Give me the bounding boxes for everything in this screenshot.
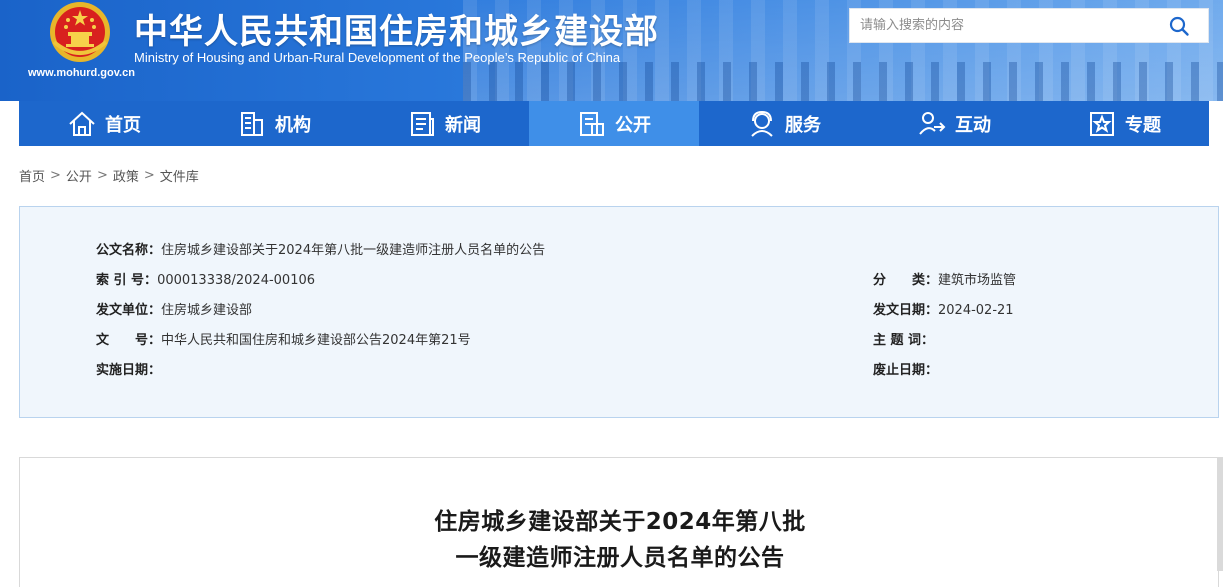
breadcrumb-separator: > xyxy=(96,168,108,183)
ministry-title-en: Ministry of Housing and Urban-Rural Deve… xyxy=(134,50,621,65)
article-panel: 住房城乡建设部关于2024年第八批 一级建造师注册人员名单的公告 xyxy=(19,457,1219,587)
meta-keywords: 主 题 词： xyxy=(873,329,934,348)
meta-value: 建筑市场监管 xyxy=(938,273,1017,288)
article-title-line2: 一级建造师注册人员名单的公告 xyxy=(455,545,785,571)
ministry-title-cn[interactable]: 中华人民共和国住房和城乡建设部 xyxy=(134,4,659,53)
building-windows xyxy=(463,62,1223,101)
meta-value: 000013338/2024-00106 xyxy=(157,273,316,288)
meta-doc-name: 公文名称：住房城乡建设部关于2024年第八批一级建造师注册人员名单的公告 xyxy=(96,239,545,258)
meta-label: 主 题 词： xyxy=(873,333,935,348)
service-person-icon xyxy=(751,110,773,137)
nav-item-public[interactable]: 公开 xyxy=(529,101,699,146)
nav-label: 机构 xyxy=(275,114,311,136)
meta-index-no: 索 引 号：000013338/2024-00106 xyxy=(96,269,315,288)
search-input[interactable] xyxy=(860,9,1160,42)
meta-value: 2024-02-21 xyxy=(938,303,1014,318)
meta-effective-date: 实施日期： xyxy=(96,359,161,378)
star-frame-icon xyxy=(1090,111,1114,136)
meta-label: 分 类： xyxy=(873,273,939,288)
breadcrumb: 首页 > 公开 > 政策 > 文件库 xyxy=(19,166,199,185)
document-list-icon xyxy=(580,111,604,136)
meta-label: 文 号： xyxy=(96,333,162,348)
meta-label: 公文名称： xyxy=(96,243,162,258)
meta-label: 发文单位： xyxy=(96,303,162,318)
nav-label: 公开 xyxy=(615,114,651,136)
main-nav: 首页 机构 新闻 公开 服务 互动 专题 xyxy=(19,101,1209,146)
nav-label: 专题 xyxy=(1125,114,1161,136)
breadcrumb-separator: > xyxy=(50,168,61,183)
meta-value: 住房城乡建设部 xyxy=(161,303,253,318)
nav-item-topics[interactable]: 专题 xyxy=(1039,101,1209,146)
meta-label: 实施日期： xyxy=(96,363,162,378)
meta-issue-date: 发文日期：2024-02-21 xyxy=(873,299,1014,318)
nav-item-home[interactable]: 首页 xyxy=(19,101,189,146)
building-icon xyxy=(241,111,263,136)
nav-label: 首页 xyxy=(105,114,141,136)
search-icon[interactable] xyxy=(1168,15,1190,37)
national-emblem-logo[interactable] xyxy=(46,0,114,64)
site-url: www.mohurd.gov.cn xyxy=(28,67,135,79)
meta-issuer: 发文单位：住房城乡建设部 xyxy=(96,299,252,318)
newspaper-icon xyxy=(411,111,434,136)
meta-doc-number: 文 号：中华人民共和国住房和城乡建设部公告2024年第21号 xyxy=(96,329,471,348)
article-title-line1: 住房城乡建设部关于2024年第八批 xyxy=(434,509,806,535)
nav-item-interaction[interactable]: 互动 xyxy=(869,101,1039,146)
meta-label: 索 引 号： xyxy=(96,273,158,288)
breadcrumb-home[interactable]: 首页 xyxy=(19,166,45,185)
nav-label: 互动 xyxy=(955,114,991,136)
breadcrumb-separator: > xyxy=(143,168,155,183)
meta-value: 中华人民共和国住房和城乡建设部公告2024年第21号 xyxy=(161,333,471,348)
meta-value: 住房城乡建设部关于2024年第八批一级建造师注册人员名单的公告 xyxy=(161,243,546,258)
meta-category: 分 类：建筑市场监管 xyxy=(873,269,1016,288)
breadcrumb-public[interactable]: 公开 xyxy=(66,166,92,185)
nav-item-news[interactable]: 新闻 xyxy=(359,101,529,146)
nav-label: 新闻 xyxy=(445,114,481,136)
header-banner: www.mohurd.gov.cn 中华人民共和国住房和城乡建设部 Minist… xyxy=(0,0,1223,101)
nav-label: 服务 xyxy=(785,114,821,136)
meta-label: 发文日期： xyxy=(873,303,939,318)
interaction-icon xyxy=(919,111,946,135)
home-icon xyxy=(69,111,95,136)
document-meta-box: 公文名称：住房城乡建设部关于2024年第八批一级建造师注册人员名单的公告 索 引… xyxy=(19,206,1219,418)
nav-item-organization[interactable]: 机构 xyxy=(189,101,359,146)
nav-item-service[interactable]: 服务 xyxy=(699,101,869,146)
meta-expire-date: 废止日期： xyxy=(873,359,938,378)
scrollbar-thumb[interactable] xyxy=(1217,457,1223,571)
breadcrumb-file-library[interactable]: 文件库 xyxy=(160,166,199,185)
meta-label: 废止日期： xyxy=(873,363,939,378)
breadcrumb-policy[interactable]: 政策 xyxy=(113,166,139,185)
search-box xyxy=(849,8,1209,43)
